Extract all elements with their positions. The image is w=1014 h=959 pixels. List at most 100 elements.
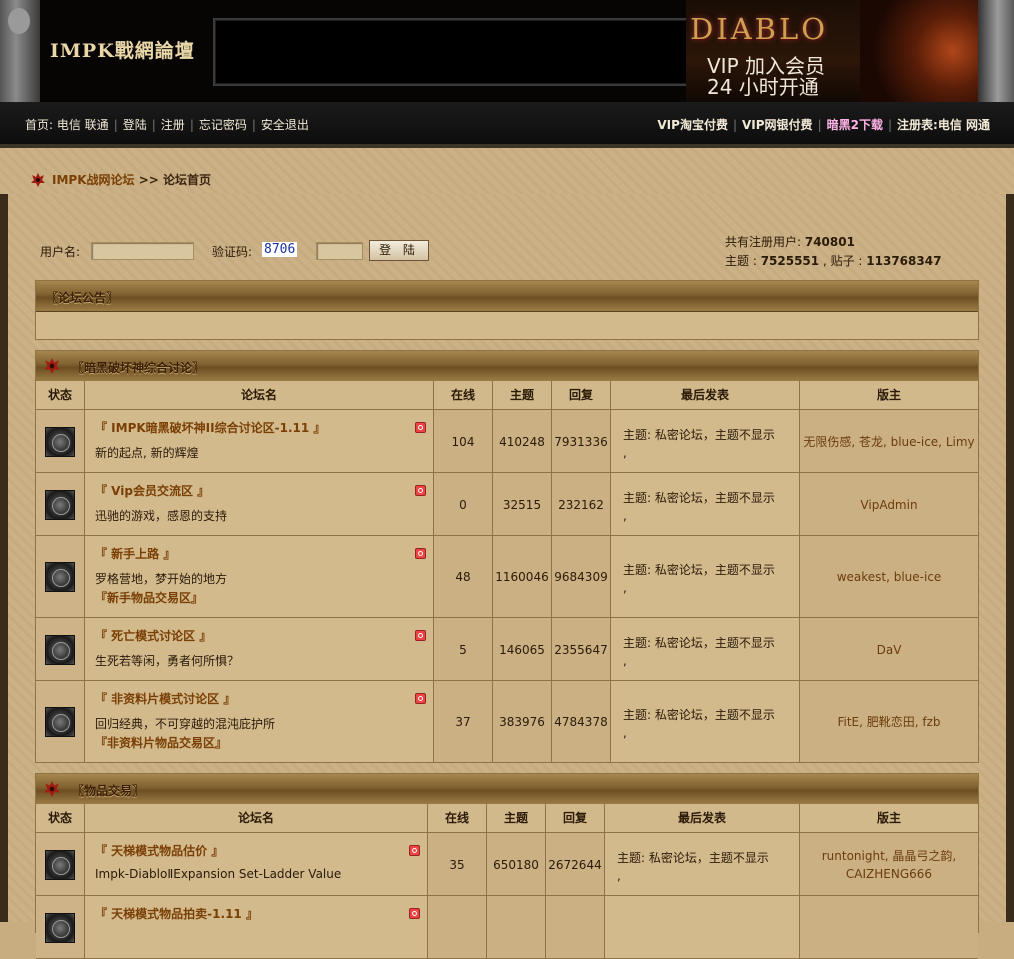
forum-online-count: 0 [459,498,467,512]
users-count: 740801 [804,235,855,249]
last-post-author: , [623,509,627,523]
forum-reply-count-cell: 4784378 [552,681,611,763]
nav-login-link[interactable]: 登陆 [123,118,147,132]
col-online: 在线 [434,381,493,410]
nav-vip-taobao-link[interactable]: VIP淘宝付费 [657,118,728,132]
moderator-cell: 无限伤感, 苍龙, blue-ice, Limy [800,410,978,473]
nav-register-link[interactable]: 注册 [161,118,185,132]
forum-description: 新的起点, 新的辉煌 [95,446,199,460]
forum-name-cell: 『 天梯模式物品估价 』 Impk-DiabloⅡExpansion Set-L… [85,833,428,896]
forum-topic-count: 383976 [499,715,545,729]
last-post-topic[interactable]: 主题: 私密论坛，主题不显示 [623,426,775,444]
nav-diablo2-download-link[interactable]: 暗黑2下载 [827,118,883,132]
forum-reply-count: 9684309 [554,570,608,584]
section-item-trading: 〖物品交易〗 状态 论坛名 在线 主题 回复 最后发表 版主 『 天梯模式物品估… [35,773,979,959]
last-post-cell: 主题: 私密论坛，主题不显示, [611,536,800,618]
nav-left-links: 首页: 电信 联通 | 登陆 | 注册 | 忘记密码 | 安全退出 [25,116,309,133]
col-last-post: 最后发表 [611,381,800,410]
breadcrumb-site-link[interactable]: IMPK战网论坛 [52,173,135,187]
rss-icon[interactable] [409,845,420,856]
subforum-link[interactable]: 『非资料片物品交易区』 [95,734,227,751]
forum-topic-count: 650180 [493,858,539,872]
vip-ad-line2[interactable]: 24 小时开通 [707,71,819,100]
forum-reply-count-cell: 7931336 [552,410,611,473]
forum-title-link[interactable]: 『 天梯模式物品拍卖-1.11 』 [95,905,258,922]
nav-home-link[interactable]: 首页: 电信 联通 [25,118,109,132]
moderator-list[interactable]: FitE, 肥靴恋田, fzb [800,713,978,731]
forum-title-link[interactable]: 『 天梯模式物品估价 』 [95,842,223,859]
users-stat-label: 共有注册用户: [725,235,805,249]
login-button[interactable]: 登 陆 [369,240,429,261]
nav-forgot-password-link[interactable]: 忘记密码 [199,118,247,132]
section-title[interactable]: 〖物品交易〗 [72,782,144,799]
moderator-list[interactable]: VipAdmin [800,496,978,514]
last-post-topic[interactable]: 主题: 私密论坛，主题不显示 [623,489,775,507]
forum-description: Impk-DiabloⅡExpansion Set-Ladder Value [95,867,342,881]
rss-icon[interactable] [415,630,426,641]
forum-topic-count: 410248 [499,435,545,449]
angel-statue-image [0,0,40,102]
moderator-list[interactable]: 无限伤感, 苍龙, blue-ice, Limy [800,433,978,451]
demon-icon [44,358,60,374]
forum-description: 罗格营地，梦开始的地方 [95,572,228,586]
captcha-image[interactable]: 8706 [262,242,298,257]
col-moderator: 版主 [800,804,978,833]
forum-name-cell: 『 非资料片模式讨论区 』 回归经典，不可穿越的混沌庇护所 『非资料片物品交易区… [85,681,434,763]
moderator-list[interactable]: weakest, blue-ice [800,568,978,586]
moderator-cell: weakest, blue-ice [800,536,978,618]
forum-status-cell [36,896,85,959]
nav-vip-bank-link[interactable]: VIP网银付费 [742,118,813,132]
posts-count: 113768347 [866,254,942,268]
section-title[interactable]: 〖暗黑破坏神综合讨论〗 [72,359,204,376]
last-post-topic[interactable]: 主题: 私密论坛，主题不显示 [623,706,775,724]
forum-online-count: 104 [451,435,475,449]
forum-status-cell [36,410,85,473]
nav-registry-link[interactable]: 注册表:电信 网通 [897,118,990,132]
forum-title-link[interactable]: 『 IMPK暗黑破坏神II综合讨论区-1.11 』 [95,419,325,436]
last-post-topic[interactable]: 主题: 私密论坛，主题不显示 [623,634,775,652]
forum-status-cell [36,681,85,763]
rss-icon[interactable] [409,908,420,919]
captcha-input[interactable] [316,242,363,260]
col-replies: 回复 [546,804,605,833]
last-post-topic[interactable]: 主题: 私密论坛，主题不显示 [617,849,769,867]
forum-status-cell [36,618,85,681]
announcement-header: 〖论坛公告〗 [36,281,978,312]
announcement-title[interactable]: 〖论坛公告〗 [46,289,118,306]
forum-online-count-cell: 48 [434,536,493,618]
rss-icon[interactable] [415,485,426,496]
col-replies: 回复 [552,381,611,410]
moderator-line2[interactable]: CAIZHENG666 [800,865,978,883]
section-header: 〖物品交易〗 [36,774,978,805]
forum-description: 迅驰的游戏，感恩的支持 [95,509,228,523]
last-post-topic[interactable]: 主题: 私密论坛，主题不显示 [623,561,775,579]
username-label: 用户名: [40,245,81,259]
forum-reply-count-cell: 232162 [552,473,611,536]
forum-title-link[interactable]: 『 新手上路 』 [95,545,175,562]
forum-title-link[interactable]: 『 死亡模式讨论区 』 [95,627,211,644]
forum-title-link[interactable]: 『 非资料片模式讨论区 』 [95,690,235,707]
nav-divider: | [887,118,893,132]
last-post-author: , [623,446,627,460]
moderator-list: runtonight, 晶晶弓之韵, CAIZHENG666 [800,847,978,883]
username-input[interactable] [91,242,194,260]
moderator-list[interactable]: DaV [800,641,978,659]
topics-stat-label: 主题 : [725,254,761,268]
forum-status-icon [45,427,75,457]
col-moderator: 版主 [800,381,978,410]
forum-online-count-cell: 35 [428,833,487,896]
forum-online-count-cell [428,896,487,959]
col-status: 状态 [36,381,85,410]
forum-reply-count-cell: 2672644 [546,833,605,896]
moderator-line1[interactable]: runtonight, 晶晶弓之韵, [800,847,978,865]
rss-icon[interactable] [415,548,426,559]
rss-icon[interactable] [415,693,426,704]
last-post-cell: 主题: 私密论坛，主题不显示, [605,833,800,896]
subforum-link[interactable]: 『新手物品交易区』 [95,589,203,606]
site-logo[interactable]: IMPK戰網論壇 [50,36,195,63]
forum-reply-count-cell [546,896,605,959]
nav-logout-link[interactable]: 安全退出 [261,118,309,132]
last-post-cell [605,896,800,959]
rss-icon[interactable] [415,422,426,433]
forum-title-link[interactable]: 『 Vip会员交流区 』 [95,482,209,499]
